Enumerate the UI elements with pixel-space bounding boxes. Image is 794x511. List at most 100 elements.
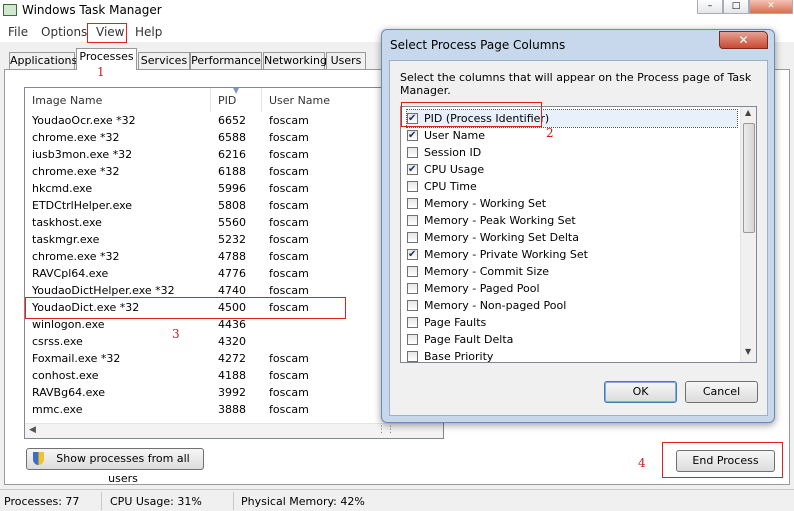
dialog-close-button[interactable]: ✕ — [719, 31, 768, 49]
checklist-scrollbar[interactable]: ▲ ▼ — [740, 107, 756, 362]
scroll-grip-icon: ⋮⋮ — [377, 425, 395, 435]
process-image-name: conhost.exe — [32, 369, 99, 382]
process-user-name: foscam — [269, 114, 309, 127]
process-pid: 5996 — [218, 182, 246, 195]
minimize-button[interactable]: – — [697, 0, 723, 14]
column-option-label: Memory - Non-paged Pool — [424, 299, 567, 312]
checkbox[interactable] — [407, 161, 418, 178]
process-user-name: foscam — [269, 216, 309, 229]
process-image-name: iusb3mon.exe *32 — [32, 148, 133, 161]
annotation-box-youdaodict-row — [25, 297, 346, 319]
checkbox[interactable] — [407, 198, 418, 209]
ok-button[interactable]: OK — [604, 381, 677, 403]
status-divider — [233, 492, 234, 510]
tab-users[interactable]: Users — [326, 52, 366, 70]
process-pid: 4188 — [218, 369, 246, 382]
process-image-name: taskmgr.exe — [32, 233, 100, 246]
process-user-name: foscam — [269, 165, 309, 178]
scroll-down-arrow-icon[interactable]: ▼ — [745, 347, 751, 356]
process-pid: 6216 — [218, 148, 246, 161]
column-option-label: Memory - Working Set Delta — [424, 231, 579, 244]
process-image-name: taskhost.exe — [32, 216, 102, 229]
process-image-name: RAVCpl64.exe — [32, 267, 109, 280]
column-option[interactable]: Memory - Working Set — [407, 195, 737, 212]
process-user-name: foscam — [269, 199, 309, 212]
task-manager-app-icon — [3, 4, 17, 16]
checklist-items: PID (Process Identifier)User NameSession… — [401, 107, 739, 362]
show-all-users-button[interactable]: Show processes from all users — [26, 448, 204, 485]
checkbox[interactable] — [407, 215, 418, 226]
status-divider — [101, 492, 102, 510]
column-option[interactable]: Page Fault Delta — [407, 331, 737, 348]
process-pid: 5560 — [218, 216, 246, 229]
scroll-up-arrow-icon[interactable]: ▲ — [745, 108, 751, 117]
window-title: Windows Task Manager — [22, 3, 162, 17]
process-pid: 3992 — [218, 386, 246, 399]
close-window-button[interactable]: ✕ — [749, 0, 793, 14]
process-image-name: Foxmail.exe *32 — [32, 352, 121, 365]
tab-processes[interactable]: Processes — [76, 48, 137, 70]
process-pid: 4788 — [218, 250, 246, 263]
scroll-left-arrow-icon[interactable]: ◀ — [29, 425, 36, 435]
column-option[interactable]: Page Faults — [407, 314, 737, 331]
column-option-label: Base Priority — [424, 350, 494, 363]
column-option[interactable]: Memory - Commit Size — [407, 263, 737, 280]
checkbox[interactable] — [407, 317, 418, 328]
checkbox[interactable] — [407, 283, 418, 294]
tab-services[interactable]: Services — [138, 52, 190, 70]
checkbox[interactable] — [407, 351, 418, 362]
column-option[interactable]: CPU Time — [407, 178, 737, 195]
column-option[interactable]: Memory - Non-paged Pool — [407, 297, 737, 314]
process-image-name: mmc.exe — [32, 403, 83, 416]
process-user-name: foscam — [269, 386, 309, 399]
tab-applications[interactable]: Applications — [9, 52, 77, 70]
column-option[interactable]: CPU Usage — [407, 161, 737, 178]
status-process-count: Processes: 77 — [4, 495, 80, 508]
process-pid: 6188 — [218, 165, 246, 178]
checkbox[interactable] — [407, 232, 418, 243]
horizontal-scrollbar[interactable]: ◀ ⋮⋮ — [25, 423, 443, 438]
scroll-thumb[interactable] — [743, 123, 755, 233]
checkbox[interactable] — [407, 181, 418, 192]
tab-performance[interactable]: Performance — [190, 52, 262, 70]
process-user-name: foscam — [269, 369, 309, 382]
checkbox[interactable] — [407, 266, 418, 277]
cancel-button[interactable]: Cancel — [685, 381, 758, 403]
process-pid: 4776 — [218, 267, 246, 280]
dialog-description: Select the columns that will appear on t… — [400, 71, 752, 97]
checkbox[interactable] — [407, 246, 418, 263]
checkbox[interactable] — [407, 300, 418, 311]
process-pid: 3888 — [218, 403, 246, 416]
annotation-box-end-process — [662, 442, 783, 478]
annotation-box-pid-option — [401, 102, 542, 127]
process-pid: 5232 — [218, 233, 246, 246]
column-option-label: Page Faults — [424, 316, 487, 329]
column-option-label: Memory - Working Set — [424, 197, 547, 210]
column-header-image-name[interactable]: Image Name — [25, 88, 211, 112]
process-pid: 6652 — [218, 114, 246, 127]
column-option[interactable]: Base Priority — [407, 348, 737, 363]
column-option-label: Memory - Private Working Set — [424, 248, 588, 261]
maximize-button[interactable]: □ — [723, 0, 749, 14]
column-option[interactable]: Session ID — [407, 144, 737, 161]
checkbox[interactable] — [407, 127, 418, 144]
process-user-name: foscam — [269, 233, 309, 246]
column-option[interactable]: User Name — [407, 127, 737, 144]
process-user-name: foscam — [269, 182, 309, 195]
column-checklist[interactable]: PID (Process Identifier)User NameSession… — [400, 106, 757, 363]
menu-file[interactable]: File — [8, 25, 28, 39]
column-option[interactable]: Memory - Peak Working Set — [407, 212, 737, 229]
process-image-name: csrss.exe — [32, 335, 83, 348]
checkbox[interactable] — [407, 147, 418, 158]
tab-networking[interactable]: Networking — [263, 52, 327, 70]
column-option[interactable]: Memory - Private Working Set — [407, 246, 737, 263]
title-bar: Windows Task Manager – □ ✕ — [0, 0, 794, 22]
menu-options[interactable]: Options — [41, 25, 87, 39]
annotation-label-2: 2 — [546, 126, 554, 140]
column-option[interactable]: Memory - Paged Pool — [407, 280, 737, 297]
column-option-label: User Name — [424, 129, 486, 142]
sort-arrow-icon: ▼ — [233, 87, 240, 95]
column-option[interactable]: Memory - Working Set Delta — [407, 229, 737, 246]
checkbox[interactable] — [407, 334, 418, 345]
menu-help[interactable]: Help — [135, 25, 162, 39]
